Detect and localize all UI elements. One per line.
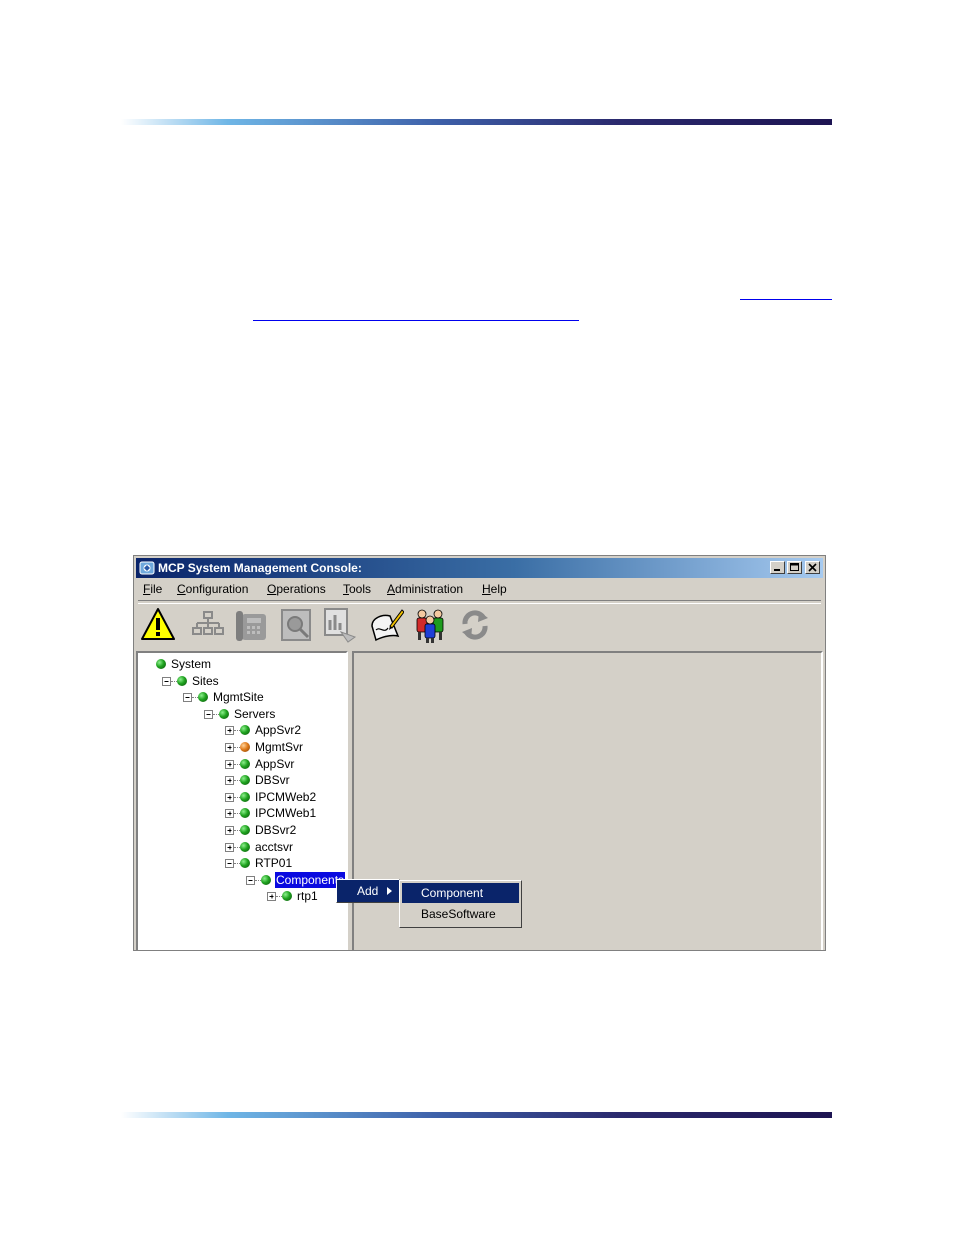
expand-node-icon[interactable] — [225, 743, 234, 752]
navigation-tree[interactable]: System Sites MgmtSite Servers AppSvr2 MgmtSvr… — [136, 651, 348, 950]
tree-node-label: Sites — [192, 673, 219, 688]
tree-node-label: RTP01 — [255, 856, 293, 871]
status-green-icon — [240, 825, 250, 835]
status-green-icon — [240, 841, 250, 852]
status-green-icon — [240, 858, 250, 869]
submenu-item-label: Component — [421, 886, 484, 900]
collapse-node-icon[interactable] — [246, 875, 255, 885]
expand-node-icon[interactable] — [225, 759, 234, 769]
console-app-icon — [139, 561, 155, 575]
window-title: MCP System Management Console: — [158, 561, 362, 575]
signature-scroll-icon[interactable] — [368, 606, 404, 644]
status-green-icon — [282, 891, 292, 902]
alarm-warning-icon[interactable] — [140, 606, 176, 644]
tree-node-label: Servers — [234, 706, 276, 721]
header-rule — [121, 119, 832, 125]
status-green-icon — [240, 758, 250, 769]
refresh-icon[interactable] — [457, 606, 493, 644]
collapse-node-icon[interactable] — [183, 693, 192, 703]
maximize-icon — [790, 563, 799, 571]
menu-bar: File Configuration Operations Tools Admi… — [138, 580, 821, 598]
minimize-button[interactable] — [770, 561, 785, 574]
tree-node-label: System — [171, 657, 212, 671]
status-green-icon — [177, 675, 187, 686]
tree-node-label: MgmtSvr — [255, 740, 303, 754]
collapse-node-icon[interactable] — [162, 676, 171, 686]
tree-node-label: acctsvr — [255, 839, 294, 854]
status-orange-icon — [240, 742, 250, 752]
submenu-item-label: BaseSoftware — [421, 907, 496, 921]
users-group-icon[interactable] — [412, 606, 448, 644]
expand-node-icon[interactable] — [225, 792, 234, 802]
chart-report-icon[interactable] — [322, 606, 358, 644]
status-green-icon — [261, 874, 271, 885]
tree-nodes: System Sites MgmtSite Servers AppSvr2 MgmtSvr… — [138, 653, 346, 950]
network-topology-icon[interactable] — [190, 606, 226, 644]
menu-tools[interactable]: Tools — [343, 582, 371, 596]
expand-node-icon[interactable] — [225, 842, 234, 852]
title-bar: MCP System Management Console: — [136, 558, 823, 578]
status-green-icon — [240, 808, 250, 819]
menu-configuration[interactable]: Configuration — [177, 582, 248, 596]
submenu-arrow-icon — [387, 887, 392, 895]
status-green-icon — [156, 659, 166, 669]
hyperlink-underline[interactable] — [740, 299, 832, 300]
tree-node-label: AppSvr — [255, 756, 295, 771]
expand-node-icon[interactable] — [225, 776, 234, 786]
context-menu-add-label: Add — [357, 884, 379, 898]
close-icon — [808, 563, 817, 572]
collapse-node-icon[interactable] — [225, 859, 234, 869]
telephone-icon[interactable] — [233, 606, 269, 644]
expand-node-icon[interactable] — [225, 726, 234, 736]
maximize-button[interactable] — [787, 561, 802, 574]
menu-operations[interactable]: Operations — [267, 582, 326, 596]
status-green-icon — [240, 791, 250, 802]
tree-node-label: AppSvr2 — [255, 723, 302, 738]
status-green-icon — [198, 692, 208, 703]
add-submenu: Component BaseSoftware — [399, 880, 522, 928]
tree-node-label: Components — [275, 871, 346, 888]
tree-node-label: IPCMWeb1 — [255, 806, 317, 821]
status-green-icon — [240, 725, 250, 736]
status-green-icon — [219, 708, 229, 719]
minimize-icon — [774, 569, 780, 571]
footer-rule — [121, 1112, 832, 1118]
tree-node-label: DBSvr2 — [255, 823, 297, 837]
submenu-item-component[interactable]: Component — [402, 883, 519, 903]
menu-separator — [138, 600, 821, 604]
menu-help[interactable]: Help — [482, 582, 507, 596]
tree-node-label: DBSvr — [255, 773, 290, 788]
tree-node-label: rtp1 — [297, 889, 318, 904]
hyperlink-underline[interactable] — [253, 320, 579, 321]
menu-file[interactable]: File — [143, 582, 162, 596]
collapse-node-icon[interactable] — [204, 709, 213, 719]
magnifier-report-icon[interactable] — [279, 606, 315, 644]
submenu-item-basesoftware[interactable]: BaseSoftware — [402, 904, 519, 924]
expand-node-icon[interactable] — [225, 826, 234, 835]
tree-node-label: IPCMWeb2 — [255, 789, 317, 804]
tree-node-label: MgmtSite — [213, 690, 264, 705]
close-button[interactable] — [805, 561, 820, 574]
expand-node-icon[interactable] — [225, 809, 234, 819]
menu-administration[interactable]: Administration — [387, 582, 463, 596]
status-green-icon — [240, 775, 250, 786]
context-menu-add[interactable]: Add — [336, 879, 400, 903]
expand-node-icon[interactable] — [267, 892, 276, 902]
